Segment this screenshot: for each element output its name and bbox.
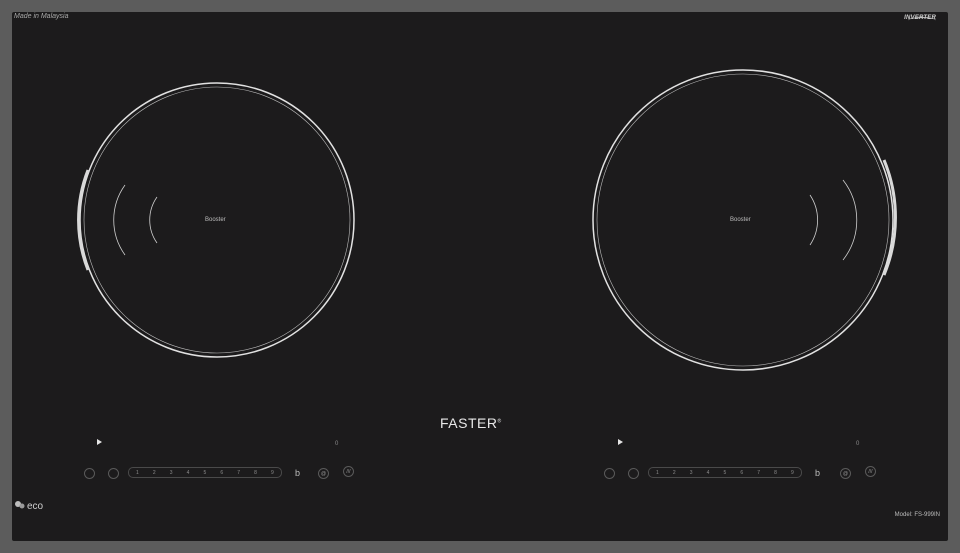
right-level-6[interactable]: 6: [740, 470, 743, 476]
left-play-icon[interactable]: [97, 439, 102, 445]
brand-logo: FASTER®: [440, 415, 502, 431]
made-in-label: Made in Malaysia: [14, 13, 69, 20]
right-power-slider[interactable]: 1 2 3 4 5 6 7 8 9: [648, 467, 802, 478]
left-power-icon[interactable]: [84, 468, 95, 479]
left-level-8[interactable]: 8: [254, 470, 257, 476]
right-timer-toggle-icon[interactable]: [628, 468, 639, 479]
right-level-3[interactable]: 3: [690, 470, 693, 476]
booster-label-right: Booster: [730, 217, 751, 223]
right-level-5[interactable]: 5: [724, 470, 727, 476]
left-level-7[interactable]: 7: [237, 470, 240, 476]
right-level-9[interactable]: 9: [791, 470, 794, 476]
right-heat-arc-outer: [842, 179, 858, 261]
right-level-8[interactable]: 8: [774, 470, 777, 476]
booster-label-left: Booster: [205, 217, 226, 223]
left-level-2[interactable]: 2: [153, 470, 156, 476]
left-timer-toggle-icon[interactable]: [108, 468, 119, 479]
right-power-icon[interactable]: [604, 468, 615, 479]
left-level-1[interactable]: 1: [136, 470, 139, 476]
left-power-slider[interactable]: 1 2 3 4 5 6 7 8 9: [128, 467, 282, 478]
left-level-9[interactable]: 9: [271, 470, 274, 476]
inverter-logo: INVERTER: [904, 15, 936, 21]
left-level-5[interactable]: 5: [204, 470, 207, 476]
left-heat-arc-outer: [113, 184, 126, 256]
left-zone-icon[interactable]: ///: [343, 466, 354, 477]
left-level-6[interactable]: 6: [220, 470, 223, 476]
right-lock-icon[interactable]: b: [815, 468, 820, 478]
right-timer-icon[interactable]: @: [840, 468, 851, 479]
right-heat-arc-inner: [809, 194, 818, 246]
right-level-1[interactable]: 1: [656, 470, 659, 476]
right-indicator: 0: [856, 441, 860, 447]
left-lock-icon[interactable]: b: [295, 468, 300, 478]
left-zone-highlight-arc: [77, 169, 90, 271]
brand-trademark: ®: [497, 418, 502, 425]
right-play-icon[interactable]: [618, 439, 623, 445]
left-level-4[interactable]: 4: [187, 470, 190, 476]
left-heat-arc-inner: [149, 196, 158, 244]
right-zone-icon[interactable]: ///: [865, 466, 876, 477]
brand-name: FASTER: [440, 415, 498, 431]
model-label: Model: FS-999IN: [894, 512, 940, 518]
eco-logo: eco: [14, 500, 43, 512]
right-level-7[interactable]: 7: [757, 470, 760, 476]
eco-label: eco: [27, 500, 44, 512]
leaf-icon: [15, 501, 25, 509]
right-zone-highlight-arc: [882, 159, 897, 276]
left-indicator: 0: [335, 441, 339, 447]
right-level-2[interactable]: 2: [673, 470, 676, 476]
left-timer-icon[interactable]: @: [318, 468, 329, 479]
right-level-4[interactable]: 4: [707, 470, 710, 476]
left-level-3[interactable]: 3: [170, 470, 173, 476]
